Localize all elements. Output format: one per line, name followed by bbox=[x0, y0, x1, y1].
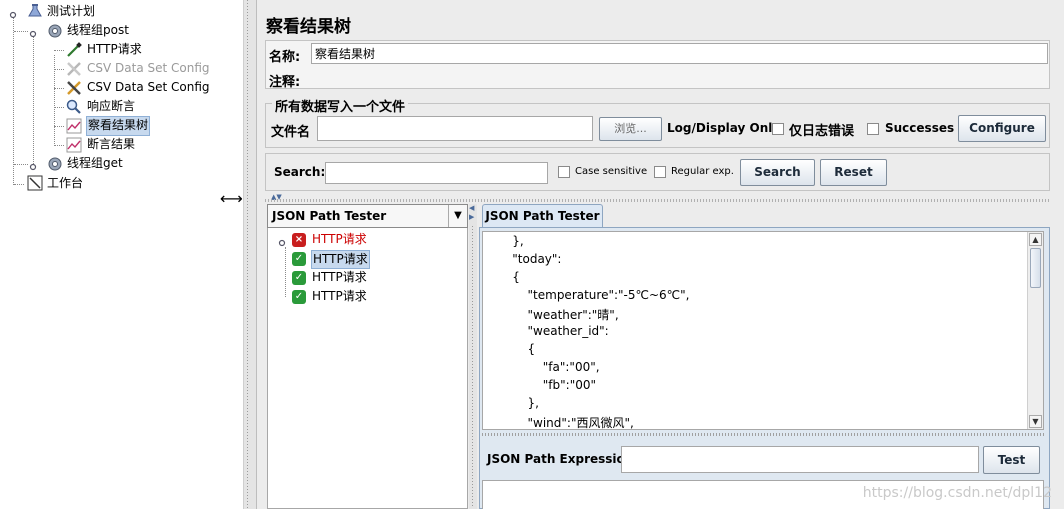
error-shield-icon: × bbox=[292, 233, 306, 247]
case-sensitive-label: Case sensitive bbox=[575, 166, 648, 177]
collapse-toggle[interactable] bbox=[9, 8, 17, 19]
gear-icon bbox=[47, 23, 63, 39]
tester-splitter[interactable] bbox=[482, 433, 1044, 436]
successes-checkbox[interactable] bbox=[867, 123, 879, 135]
sample-result-item-selected[interactable]: HTTP请求 bbox=[311, 250, 370, 269]
tree-connector bbox=[33, 36, 34, 164]
json-line: { bbox=[497, 270, 520, 284]
tree-item-thread-group-get[interactable]: 线程组get bbox=[67, 154, 123, 173]
scroll-thumb[interactable] bbox=[1030, 248, 1041, 288]
wrench-icon bbox=[66, 61, 82, 77]
filename-label: 文件名 bbox=[271, 125, 311, 140]
tree-item-response-assertion[interactable]: 响应断言 bbox=[87, 97, 135, 116]
tab-json-path-tester[interactable]: JSON Path Tester bbox=[482, 204, 603, 229]
success-shield-icon: ✓ bbox=[292, 271, 306, 285]
filename-input[interactable] bbox=[317, 116, 593, 141]
json-line: }, bbox=[497, 234, 524, 248]
regex-label: Regular exp. bbox=[671, 166, 734, 177]
json-line: "temperature":"-5℃~6℃", bbox=[497, 288, 690, 302]
json-scrollbar[interactable]: ▲ ▼ bbox=[1027, 232, 1043, 429]
tree-item-csv-config[interactable]: CSV Data Set Config bbox=[87, 78, 210, 97]
split-arrows-icon[interactable]: ◀ ▶ bbox=[469, 204, 474, 222]
name-field[interactable]: 察看结果树 bbox=[311, 43, 1048, 64]
success-shield-icon: ✓ bbox=[292, 290, 306, 304]
search-input[interactable] bbox=[325, 162, 548, 184]
page-title: 察看结果树 bbox=[266, 17, 351, 37]
json-response-viewer[interactable]: }, "today": { "temperature":"-5℃~6℃", "w… bbox=[482, 231, 1044, 430]
graph-icon bbox=[66, 137, 82, 153]
expand-toggle[interactable] bbox=[29, 160, 37, 171]
json-line: "weather_id": bbox=[497, 324, 609, 338]
json-line: }, bbox=[497, 396, 539, 410]
success-shield-icon: ✓ bbox=[292, 252, 306, 266]
graph-icon bbox=[66, 118, 82, 134]
tree-item-csv-config-disabled[interactable]: CSV Data Set Config bbox=[87, 59, 210, 78]
gear-icon bbox=[47, 156, 63, 172]
name-label: 名称: bbox=[269, 50, 301, 65]
renderer-select[interactable]: JSON Path Tester ▼ bbox=[267, 204, 468, 228]
tree-item-thread-group-post[interactable]: 线程组post bbox=[67, 21, 129, 40]
tree-item-assertion-results[interactable]: 断言结果 bbox=[87, 135, 135, 154]
sample-result-item[interactable]: HTTP请求 bbox=[312, 231, 367, 248]
resize-cursor-icon: ⟷ bbox=[220, 189, 243, 208]
horizontal-splitter[interactable] bbox=[265, 199, 1050, 202]
search-label: Search: bbox=[274, 165, 326, 179]
sample-result-item[interactable]: HTTP请求 bbox=[312, 269, 367, 286]
pipette-icon bbox=[66, 42, 82, 58]
tree-connector bbox=[13, 17, 14, 185]
json-line: { bbox=[497, 342, 536, 356]
json-line: "fb":"00" bbox=[497, 378, 597, 392]
successes-label: Successes bbox=[885, 121, 955, 135]
collapse-toggle[interactable] bbox=[278, 236, 286, 247]
comment-field[interactable] bbox=[311, 67, 1048, 87]
json-line: "weather":"晴", bbox=[497, 308, 619, 322]
tree-item-test-plan[interactable]: 测试计划 bbox=[47, 2, 95, 21]
case-sensitive-checkbox[interactable] bbox=[558, 166, 570, 178]
scroll-down-icon[interactable]: ▼ bbox=[1029, 415, 1042, 428]
watermark-text: https://blog.csdn.net/dpl12 bbox=[862, 485, 1052, 501]
test-plan-icon bbox=[27, 3, 43, 19]
chevron-down-icon: ▼ bbox=[448, 205, 467, 227]
json-path-expression-input[interactable] bbox=[621, 446, 979, 473]
tree-item-http-request[interactable]: HTTP请求 bbox=[87, 40, 142, 59]
reset-button[interactable]: Reset bbox=[820, 159, 887, 186]
json-line: "today": bbox=[497, 252, 562, 266]
collapse-toggle[interactable] bbox=[29, 27, 37, 38]
test-plan-tree[interactable]: 测试计划 线程组post HTTP请求 CSV Data Set Config … bbox=[0, 0, 247, 509]
errors-only-checkbox[interactable] bbox=[772, 123, 784, 135]
configure-button[interactable]: Configure bbox=[958, 115, 1046, 142]
view-results-tree-panel: 察看结果树 名称: 察看结果树 注释: 所有数据写入一个文件 文件名 浏览...… bbox=[257, 0, 1064, 509]
test-button[interactable]: Test bbox=[983, 446, 1040, 474]
tree-item-view-results-tree[interactable]: 察看结果树 bbox=[86, 116, 151, 136]
workbench-icon bbox=[27, 175, 43, 191]
results-splitter[interactable]: ◀ ▶ bbox=[469, 204, 477, 509]
json-line: "fa":"00", bbox=[497, 360, 600, 374]
renderer-select-value: JSON Path Tester bbox=[272, 209, 387, 223]
pane-splitter[interactable] bbox=[243, 0, 257, 509]
json-line: "wind":"西风微风", bbox=[497, 416, 634, 430]
errors-only-label: 仅日志错误 bbox=[789, 124, 855, 139]
tree-item-workbench[interactable]: 工作台 bbox=[47, 174, 83, 193]
wrench-icon bbox=[66, 80, 82, 96]
json-path-expression-label: JSON Path Expression bbox=[487, 452, 634, 466]
magnifier-icon bbox=[66, 99, 82, 115]
regex-checkbox[interactable] bbox=[654, 166, 666, 178]
splitter-grip bbox=[247, 0, 248, 509]
scroll-up-icon[interactable]: ▲ bbox=[1029, 233, 1042, 246]
sample-result-item[interactable]: HTTP请求 bbox=[312, 288, 367, 305]
browse-button[interactable]: 浏览... bbox=[599, 117, 662, 141]
search-button[interactable]: Search bbox=[740, 159, 815, 186]
file-group-title: 所有数据写入一个文件 bbox=[272, 96, 409, 115]
log-display-label: Log/Display Only: bbox=[667, 121, 785, 135]
comment-label: 注释: bbox=[269, 75, 301, 90]
